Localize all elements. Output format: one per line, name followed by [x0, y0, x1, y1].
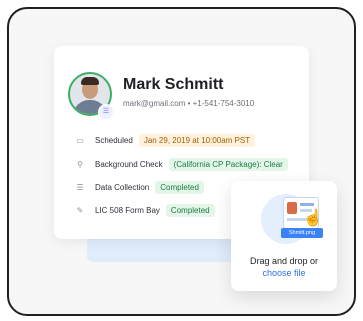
list-icon: ☰ — [98, 104, 114, 120]
pen-icon: ✎ — [76, 205, 84, 215]
status-badge: (California CP Package): Clear — [168, 157, 288, 171]
avatar-hair — [81, 77, 99, 85]
status-badge: Jan 29, 2019 at 10:00am PST — [138, 133, 256, 147]
hand-pointer-icon: ☝ — [303, 210, 323, 227]
search-icon: ⚲ — [77, 159, 83, 169]
status-badge: Completed — [165, 203, 215, 217]
status-row-scheduled: ▭ Scheduled Jan 29, 2019 at 10:00am PST — [74, 132, 256, 148]
file-name-tag: Shmitt.png — [281, 228, 323, 238]
candidate-name: Mark Schmitt — [123, 76, 224, 93]
status-row-background-check: ⚲ Background Check (California CP Packag… — [74, 156, 288, 172]
status-label: Data Collection — [95, 182, 150, 192]
status-label: Background Check — [95, 159, 163, 169]
device-frame: ☰ Mark Schmitt mark@gmail.com • +1-541-7… — [7, 7, 356, 316]
choose-file-link[interactable]: choose file — [231, 268, 337, 278]
list-icon: ☰ — [76, 182, 84, 192]
status-row-data-collection: ☰ Data Collection Completed — [74, 179, 204, 195]
calendar-icon: ▭ — [76, 135, 84, 145]
candidate-contact: mark@gmail.com • +1-541-754-3010 — [123, 99, 255, 108]
status-label: LIC 508 Form Bay — [95, 205, 160, 215]
file-upload-dropzone[interactable]: Shmitt.png ☝ Drag and drop or choose fil… — [231, 181, 337, 291]
status-row-lic-508: ✎ LIC 508 Form Bay Completed — [74, 202, 215, 218]
status-label: Scheduled — [95, 135, 133, 145]
drag-drop-label: Drag and drop or — [249, 256, 319, 266]
status-badge: Completed — [155, 180, 204, 194]
